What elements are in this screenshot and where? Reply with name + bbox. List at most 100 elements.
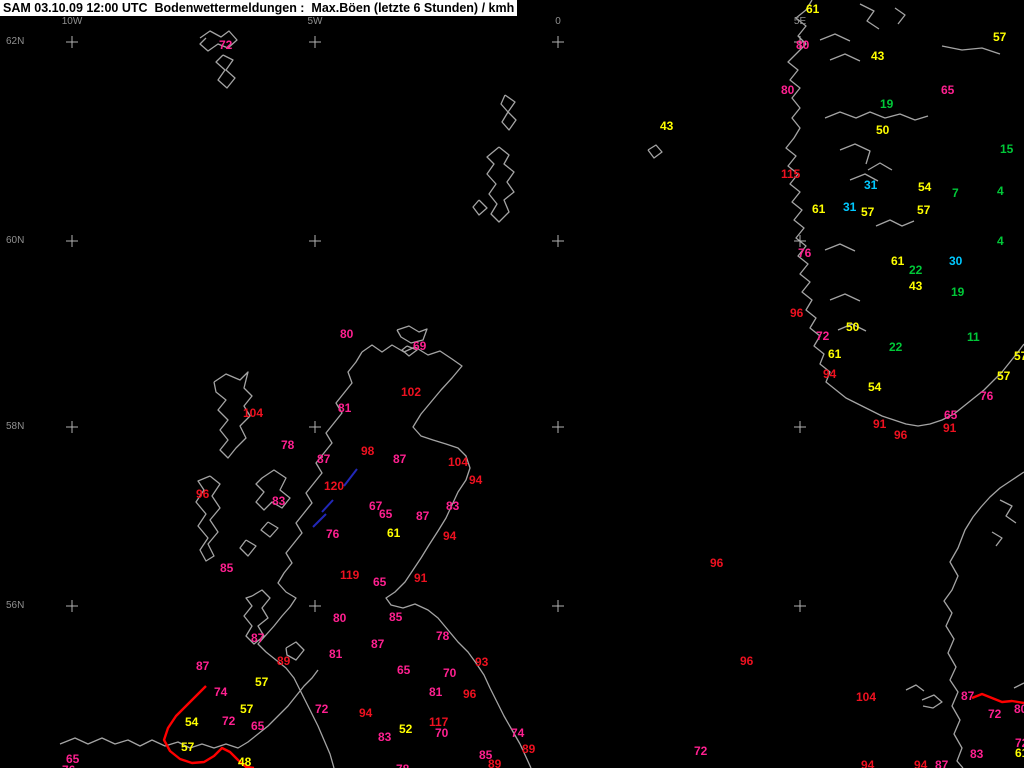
station-gust-value: 43 <box>909 279 923 293</box>
longitude-label: 5E <box>793 16 807 27</box>
station-gust-value: 61 <box>1015 746 1024 760</box>
station-gust-value: 72 <box>219 38 233 52</box>
station-gust-value: 57 <box>997 369 1011 383</box>
station-gust-value: 72 <box>988 707 1002 721</box>
station-gust-value: 102 <box>401 385 422 399</box>
coastline-fjord-2 <box>829 53 861 62</box>
station-gust-value: 87 <box>935 758 949 768</box>
station-gust-value: 94 <box>359 706 373 720</box>
station-gust-value: 93 <box>475 655 489 669</box>
grid-cross <box>66 36 78 48</box>
station-gust-value: 87 <box>393 452 407 466</box>
grid-cross <box>66 421 78 433</box>
station-gust-value: 78 <box>281 438 295 452</box>
station-gust-value: 74 <box>511 726 525 740</box>
grid-cross <box>552 235 564 247</box>
station-gust-value: 19 <box>951 285 965 299</box>
station-gust-value: 50 <box>876 123 890 137</box>
station-gust-value: 83 <box>970 747 984 761</box>
station-gust-value: 91 <box>873 417 887 431</box>
station-gust-value: 78 <box>396 763 409 768</box>
station-gust-value: 65 <box>379 507 393 521</box>
station-gust-value: 11 <box>967 330 980 344</box>
longitude-label: 5W <box>307 16 323 27</box>
station-gust-value: 61 <box>891 254 905 268</box>
latitude-label: 60N <box>6 235 25 246</box>
coastline-scotland-north-east <box>361 344 532 768</box>
station-gust-value: 72 <box>816 329 830 343</box>
coastline-skerry <box>647 144 663 159</box>
station-gust-value: 31 <box>864 178 878 192</box>
station-gust-value: 65 <box>944 408 958 422</box>
station-gust-value: 96 <box>463 687 477 701</box>
coastline-shetland-west <box>472 199 488 216</box>
coastline-norway-isles-1 <box>859 3 880 30</box>
station-gust-value: 65 <box>251 719 265 733</box>
station-gust-value: 61 <box>828 347 842 361</box>
coastline-jutland-isles-2 <box>991 531 1003 547</box>
station-gust-value: 83 <box>378 730 392 744</box>
coastline-shetland-main <box>486 146 515 223</box>
station-gust-value: 119 <box>340 568 360 582</box>
station-gust-value: 89 <box>522 742 536 756</box>
station-gust-value: 89 <box>277 654 291 668</box>
station-gust-value: 31 <box>843 200 857 214</box>
grid-cross <box>309 600 321 612</box>
coastline-fjord-7 <box>875 219 915 227</box>
coastline-fjord-9 <box>829 293 861 302</box>
station-gust-value: 94 <box>469 473 483 487</box>
grid-cross <box>794 421 806 433</box>
map-title: SAM 03.10.09 12:00 UTC Bodenwettermeldun… <box>0 0 518 16</box>
coastline-mull <box>239 539 257 557</box>
station-gust-value: 81 <box>338 401 352 415</box>
coastline-fjord-1 <box>819 33 851 42</box>
station-gust-value: 87 <box>961 689 975 703</box>
grid-cross <box>552 600 564 612</box>
station-gust-value: 72 <box>315 702 329 716</box>
station-gust-value: 54 <box>868 380 882 394</box>
station-gust-value: 61 <box>806 2 820 16</box>
coastline-fjord-3 <box>824 111 929 121</box>
grid-cross <box>794 600 806 612</box>
coastline-norway-isles-2 <box>894 7 906 25</box>
grid-cross <box>552 421 564 433</box>
coastline-frisian-2 <box>905 684 925 692</box>
station-gust-value: 57 <box>240 702 254 716</box>
latitude-label: 58N <box>6 421 25 432</box>
station-gust-value: 57 <box>181 740 195 754</box>
station-gust-value: 94 <box>914 758 928 768</box>
grid-cross <box>552 36 564 48</box>
station-gust-value: 70 <box>435 726 449 740</box>
station-gust-value: 54 <box>918 180 932 194</box>
grid-cross <box>309 235 321 247</box>
station-gust-value: 22 <box>889 340 903 354</box>
station-gust-value: 57 <box>917 203 931 217</box>
station-gust-value: 78 <box>436 629 450 643</box>
station-gust-value: 104 <box>856 690 877 704</box>
grid-cross <box>66 235 78 247</box>
station-gust-value: 30 <box>949 254 963 268</box>
station-gust-value: 76 <box>980 389 994 403</box>
station-gust-value: 87 <box>196 659 210 673</box>
coastline-jutland-isles-1 <box>999 499 1017 524</box>
station-gust-value: 15 <box>1000 142 1014 156</box>
coastline-frisian-1 <box>921 694 943 709</box>
station-gust-value: 104 <box>243 406 264 420</box>
coastline-jutland <box>943 471 1024 768</box>
station-gust-value: 96 <box>740 654 754 668</box>
station-gust-value: 76 <box>326 527 340 541</box>
station-gust-value: 104 <box>448 455 469 469</box>
longitude-label: 0 <box>555 16 561 27</box>
station-gust-value: 80 <box>796 38 810 52</box>
station-gust-value: 87 <box>317 452 331 466</box>
station-gust-value: 4 <box>997 184 1004 198</box>
station-gust-value: 91 <box>414 571 428 585</box>
station-gust-value: 52 <box>399 722 413 736</box>
coastline-faroe-2 <box>215 54 236 89</box>
station-gust-value: 120 <box>324 479 345 493</box>
station-gust-value: 91 <box>943 421 957 435</box>
coastline-fjord-6 <box>867 162 893 171</box>
station-gust-value: 57 <box>255 675 269 689</box>
coastline-fjord-4 <box>839 143 871 165</box>
grid-cross <box>309 421 321 433</box>
